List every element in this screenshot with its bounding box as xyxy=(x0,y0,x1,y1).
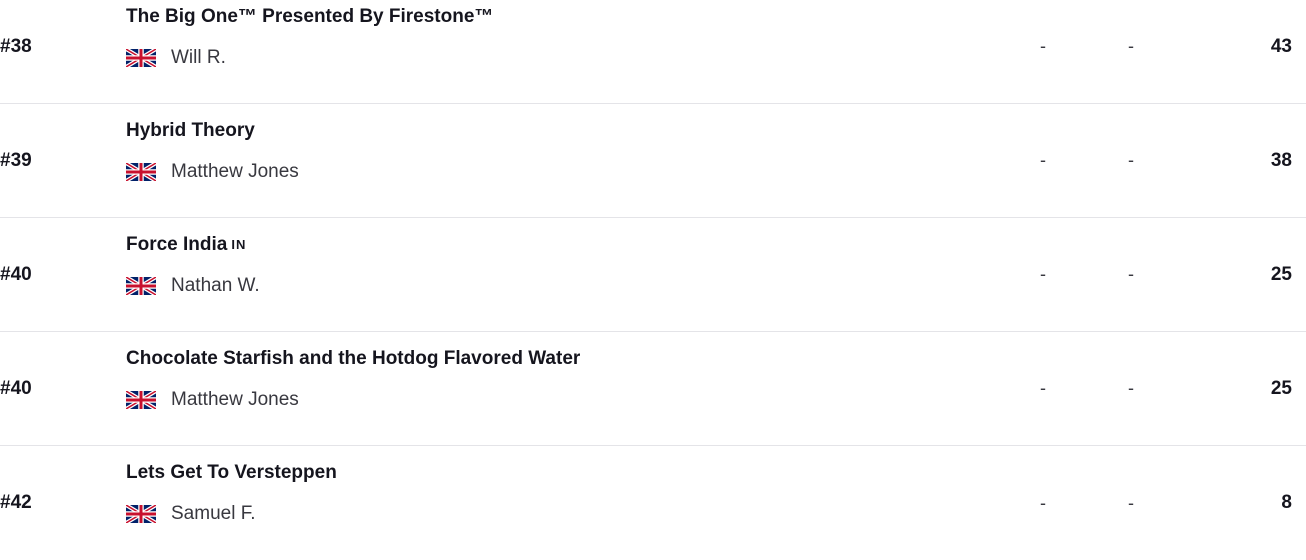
owner-name: Will R. xyxy=(171,47,226,68)
stat-value-1: - xyxy=(1040,378,1046,398)
owner-name: Nathan W. xyxy=(171,275,260,296)
owner: Matthew Jones xyxy=(126,160,299,184)
points-value: 25 xyxy=(1270,377,1292,399)
team-name-text: Force India xyxy=(126,234,228,255)
stat-value-1: - xyxy=(1040,36,1046,56)
standings-row[interactable]: #39 Hybrid Theory Matthew Jones - - 38 xyxy=(0,104,1306,218)
uk-flag-icon xyxy=(126,163,156,181)
owner: Nathan W. xyxy=(126,274,260,298)
team-name-text: Chocolate Starfish and the Hotdog Flavor… xyxy=(126,348,581,369)
stat-value-1: - xyxy=(1040,264,1046,284)
owner-name: Samuel F. xyxy=(171,503,256,524)
stat-value-2: - xyxy=(1128,378,1134,398)
owner: Will R. xyxy=(126,46,226,70)
team-name[interactable]: The Big One™ Presented By Firestone™ xyxy=(126,6,497,28)
team-name-text: Lets Get To Versteppen xyxy=(126,462,337,483)
standings-row[interactable]: #40 Force India IN Nathan W. - - 25 xyxy=(0,218,1306,332)
uk-flag-icon xyxy=(126,391,156,409)
rank-label: #40 xyxy=(0,377,32,399)
stat-value-1: - xyxy=(1040,150,1046,170)
rank-label: #40 xyxy=(0,263,32,285)
team-name[interactable]: Chocolate Starfish and the Hotdog Flavor… xyxy=(126,348,584,370)
stat-value-2: - xyxy=(1128,36,1134,56)
stat-value-2: - xyxy=(1128,492,1134,513)
standings-row[interactable]: #42 Lets Get To Versteppen Samuel F. - -… xyxy=(0,446,1306,560)
uk-flag-icon xyxy=(126,277,156,295)
team-name-suffix: IN xyxy=(231,237,247,252)
standings-row[interactable]: #40 Chocolate Starfish and the Hotdog Fl… xyxy=(0,332,1306,446)
rank-label: #38 xyxy=(0,35,32,57)
points-value: 25 xyxy=(1270,263,1292,285)
points-value: 8 xyxy=(1281,492,1292,513)
team-name-text: Hybrid Theory xyxy=(126,120,255,141)
standings-row[interactable]: #38 The Big One™ Presented By Firestone™… xyxy=(0,0,1306,104)
stat-value-1: - xyxy=(1040,492,1046,513)
uk-flag-icon xyxy=(126,49,156,67)
owner: Samuel F. xyxy=(126,502,255,526)
owner-name: Matthew Jones xyxy=(171,389,299,410)
rank-label: #39 xyxy=(0,149,32,171)
stat-value-2: - xyxy=(1128,150,1134,170)
rank-label: #42 xyxy=(0,492,32,513)
team-name-text: The Big One™ Presented By Firestone™ xyxy=(126,6,494,27)
owner-name: Matthew Jones xyxy=(171,161,299,182)
stat-value-2: - xyxy=(1128,264,1134,284)
team-name[interactable]: Force India IN xyxy=(126,234,246,256)
points-value: 43 xyxy=(1270,35,1292,57)
league-standings-list: #38 The Big One™ Presented By Firestone™… xyxy=(0,0,1306,540)
team-name[interactable]: Hybrid Theory xyxy=(126,120,259,142)
points-value: 38 xyxy=(1270,149,1292,171)
owner: Matthew Jones xyxy=(126,388,299,412)
uk-flag-icon xyxy=(126,505,156,523)
team-name[interactable]: Lets Get To Versteppen xyxy=(126,462,341,484)
